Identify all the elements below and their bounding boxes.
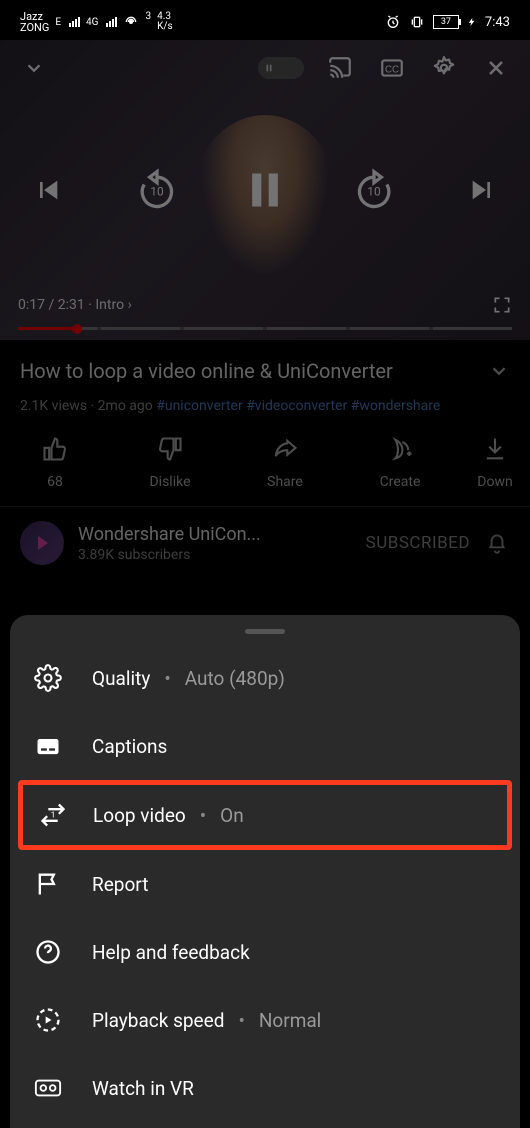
share-icon [270, 434, 300, 464]
alarm-icon [385, 14, 401, 30]
speed-value: Normal [259, 1009, 321, 1032]
share-button[interactable]: Share [240, 434, 330, 490]
clock-time: 7:43 [485, 15, 510, 30]
progress-bar[interactable] [18, 327, 512, 330]
hashtag-link[interactable]: #uniconverter [156, 398, 242, 414]
forward-10-icon[interactable]: 10 [350, 166, 398, 214]
channel-avatar[interactable] [20, 521, 64, 565]
download-button[interactable]: Down [470, 434, 520, 490]
captions-menu-icon [34, 732, 62, 760]
channel-subs: 3.89K subscribers [78, 547, 352, 563]
player-bottom: 0:17 / 2:31 · Intro › [0, 295, 530, 330]
hashtag-link[interactable]: #videoconverter [246, 398, 347, 414]
like-button[interactable]: 68 [10, 434, 100, 490]
create-icon [385, 434, 415, 464]
carrier-labels: Jazz ZONG [20, 11, 49, 33]
battery-icon: 37 [433, 15, 459, 29]
report-label: Report [92, 873, 148, 896]
video-meta: 2.1K views · 2mo ago #uniconverter #vide… [20, 398, 510, 414]
signal-bars-1-icon [69, 17, 80, 27]
svg-text:1: 1 [51, 809, 56, 819]
video-details: How to loop a video online & UniConverte… [0, 340, 530, 414]
watch-vr-row[interactable]: Watch in VR [10, 1054, 520, 1122]
network-e: E [55, 17, 61, 28]
status-left: Jazz ZONG E 4G 3 4.3 K/s [20, 11, 173, 33]
pause-small-icon [262, 61, 276, 75]
speed-icon [34, 1006, 62, 1034]
video-title[interactable]: How to loop a video online & UniConverte… [20, 358, 478, 384]
captions-label: Captions [92, 735, 167, 758]
vr-label: Watch in VR [92, 1077, 194, 1100]
hotspot-count: 3 [145, 11, 151, 22]
pause-icon[interactable] [241, 166, 289, 214]
thumbs-up-icon [40, 434, 70, 464]
loop-video-row[interactable]: 1 Loop video • On [18, 780, 512, 850]
svg-text:CC: CC [385, 64, 399, 75]
dislike-button[interactable]: Dislike [125, 434, 215, 490]
carrier-2: ZONG [20, 22, 49, 33]
quality-label: Quality [92, 667, 150, 690]
help-label: Help and feedback [92, 941, 250, 964]
cast-icon[interactable] [324, 52, 356, 84]
loop-value: On [220, 804, 244, 827]
player-top-controls: CC [0, 52, 530, 84]
channel-row[interactable]: Wondershare UniCon... 3.89K subscribers … [0, 507, 530, 579]
hashtag-link[interactable]: #wondershare [351, 398, 441, 414]
player-mid-controls: 10 10 [0, 166, 530, 214]
previous-icon[interactable] [24, 166, 72, 214]
captions-icon[interactable]: CC [376, 52, 408, 84]
close-icon[interactable] [480, 52, 512, 84]
hotspot-icon [123, 14, 139, 30]
network-speed: 4.3 K/s [157, 12, 173, 32]
settings-gear-icon[interactable] [428, 52, 460, 84]
report-row[interactable]: Report [10, 850, 520, 918]
action-row: 68 Dislike Share Create Down [0, 414, 530, 506]
rewind-10-icon[interactable]: 10 [133, 166, 181, 214]
quality-value: Auto (480p) [185, 667, 285, 690]
sheet-drag-handle[interactable] [245, 629, 285, 634]
signal-bars-2-icon [106, 17, 117, 27]
loop-icon: 1 [39, 801, 67, 829]
status-right: 37 7:43 [385, 14, 510, 30]
collapse-icon[interactable] [18, 52, 50, 84]
video-player[interactable]: CC 10 10 0:17 / 2:31 [0, 40, 530, 340]
status-bar: Jazz ZONG E 4G 3 4.3 K/s 37 7:43 [0, 0, 530, 40]
notification-bell-icon[interactable] [484, 530, 510, 556]
thumbs-down-icon [155, 434, 185, 464]
chevron-right-icon[interactable]: › [128, 297, 132, 313]
subscribe-status[interactable]: SUBSCRIBED [366, 533, 470, 553]
help-row[interactable]: Help and feedback [10, 918, 520, 986]
speed-label: Playback speed [92, 1009, 224, 1032]
flag-icon [34, 870, 62, 898]
settings-sheet: Quality • Auto (480p) Captions 1 Loop vi… [10, 615, 520, 1128]
gear-icon [34, 664, 62, 692]
svg-text:10: 10 [367, 185, 381, 199]
network-4g: 4G [86, 17, 98, 28]
next-icon[interactable] [458, 166, 506, 214]
quality-row[interactable]: Quality • Auto (480p) [10, 644, 520, 712]
playback-speed-row[interactable]: Playback speed • Normal [10, 986, 520, 1054]
captions-row[interactable]: Captions [10, 712, 520, 780]
vr-icon [34, 1074, 62, 1102]
help-icon [34, 938, 62, 966]
charging-icon [467, 15, 477, 29]
channel-name[interactable]: Wondershare UniCon... [78, 524, 352, 545]
create-button[interactable]: Create [355, 434, 445, 490]
autoplay-toggle[interactable] [258, 57, 304, 79]
time-display: 0:17 / 2:31 · Intro › [18, 297, 132, 313]
download-icon [480, 434, 510, 464]
vibrate-icon [409, 14, 425, 30]
loop-label: Loop video [93, 804, 186, 827]
fullscreen-icon[interactable] [492, 295, 512, 315]
expand-description-icon[interactable] [488, 360, 510, 382]
svg-text:10: 10 [150, 185, 164, 199]
